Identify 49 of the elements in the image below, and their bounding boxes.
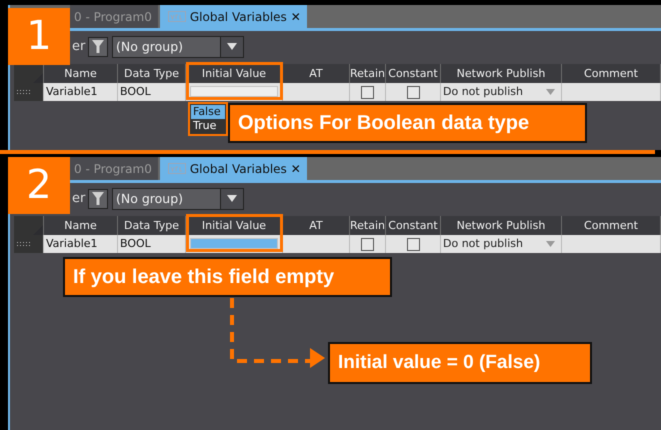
filter-button[interactable] — [88, 188, 108, 208]
callout-label: If you leave this field empty — [63, 257, 392, 297]
editor-tab[interactable]: Global Variables ✕ — [160, 157, 307, 180]
initial-value-field[interactable] — [190, 86, 278, 97]
option-item[interactable]: False — [191, 105, 225, 119]
column-header: AT — [283, 64, 350, 83]
option-item[interactable]: True — [191, 119, 225, 133]
close-button[interactable]: ✕ — [290, 10, 301, 24]
column-header: Data Type — [118, 64, 186, 83]
network-publish-dropdown[interactable]: Do not publish — [443, 235, 561, 253]
column-header: Network Publish — [441, 216, 562, 235]
filter-label: er — [72, 39, 84, 54]
step-number-badge: 2 — [8, 157, 70, 214]
column-header: Data Type — [118, 216, 186, 235]
retain-checkbox[interactable] — [361, 86, 374, 98]
group-dropdown[interactable]: (No group) — [112, 36, 244, 58]
callout-label: Initial value = 0 (False) — [328, 342, 592, 384]
column-header: Comment — [562, 216, 661, 235]
retain-checkbox[interactable] — [361, 238, 374, 250]
close-button[interactable]: ✕ — [290, 162, 301, 176]
filter-button[interactable] — [88, 36, 108, 56]
column-header: Constant — [386, 64, 441, 83]
group-dropdown[interactable]: (No group) — [112, 188, 244, 210]
column-header: AT — [283, 216, 350, 235]
editor-tab[interactable]: Global Variables ✕ — [160, 5, 307, 28]
table-cell: Variable1 — [44, 235, 118, 253]
filter-icon — [92, 40, 104, 53]
column-header: Constant — [386, 216, 441, 235]
column-header: Retain — [350, 64, 386, 83]
table-cell: Variable1 — [44, 83, 118, 101]
column-header: Comment — [562, 64, 661, 83]
table-cell: BOOL — [118, 83, 186, 101]
initial-value-field[interactable] — [190, 238, 278, 249]
dropdown-arrow-icon — [227, 43, 237, 50]
column-header: Name — [44, 64, 118, 83]
column-header: Name — [44, 216, 118, 235]
filter-icon — [92, 192, 104, 205]
dropdown-arrow-icon — [546, 241, 555, 247]
dropdown-arrow-icon — [227, 195, 237, 202]
filter-label: er — [72, 191, 84, 206]
constant-checkbox[interactable] — [406, 86, 420, 98]
table-cell: BOOL — [118, 235, 186, 253]
step-number-badge: 1 — [8, 8, 70, 65]
column-header: Retain — [350, 216, 386, 235]
network-publish-dropdown[interactable]: Do not publish — [443, 83, 561, 101]
constant-checkbox[interactable] — [406, 238, 420, 250]
column-header: Network Publish — [441, 64, 562, 83]
callout-label: Options For Boolean data type — [228, 103, 587, 143]
dropdown-arrow-icon — [546, 89, 555, 95]
